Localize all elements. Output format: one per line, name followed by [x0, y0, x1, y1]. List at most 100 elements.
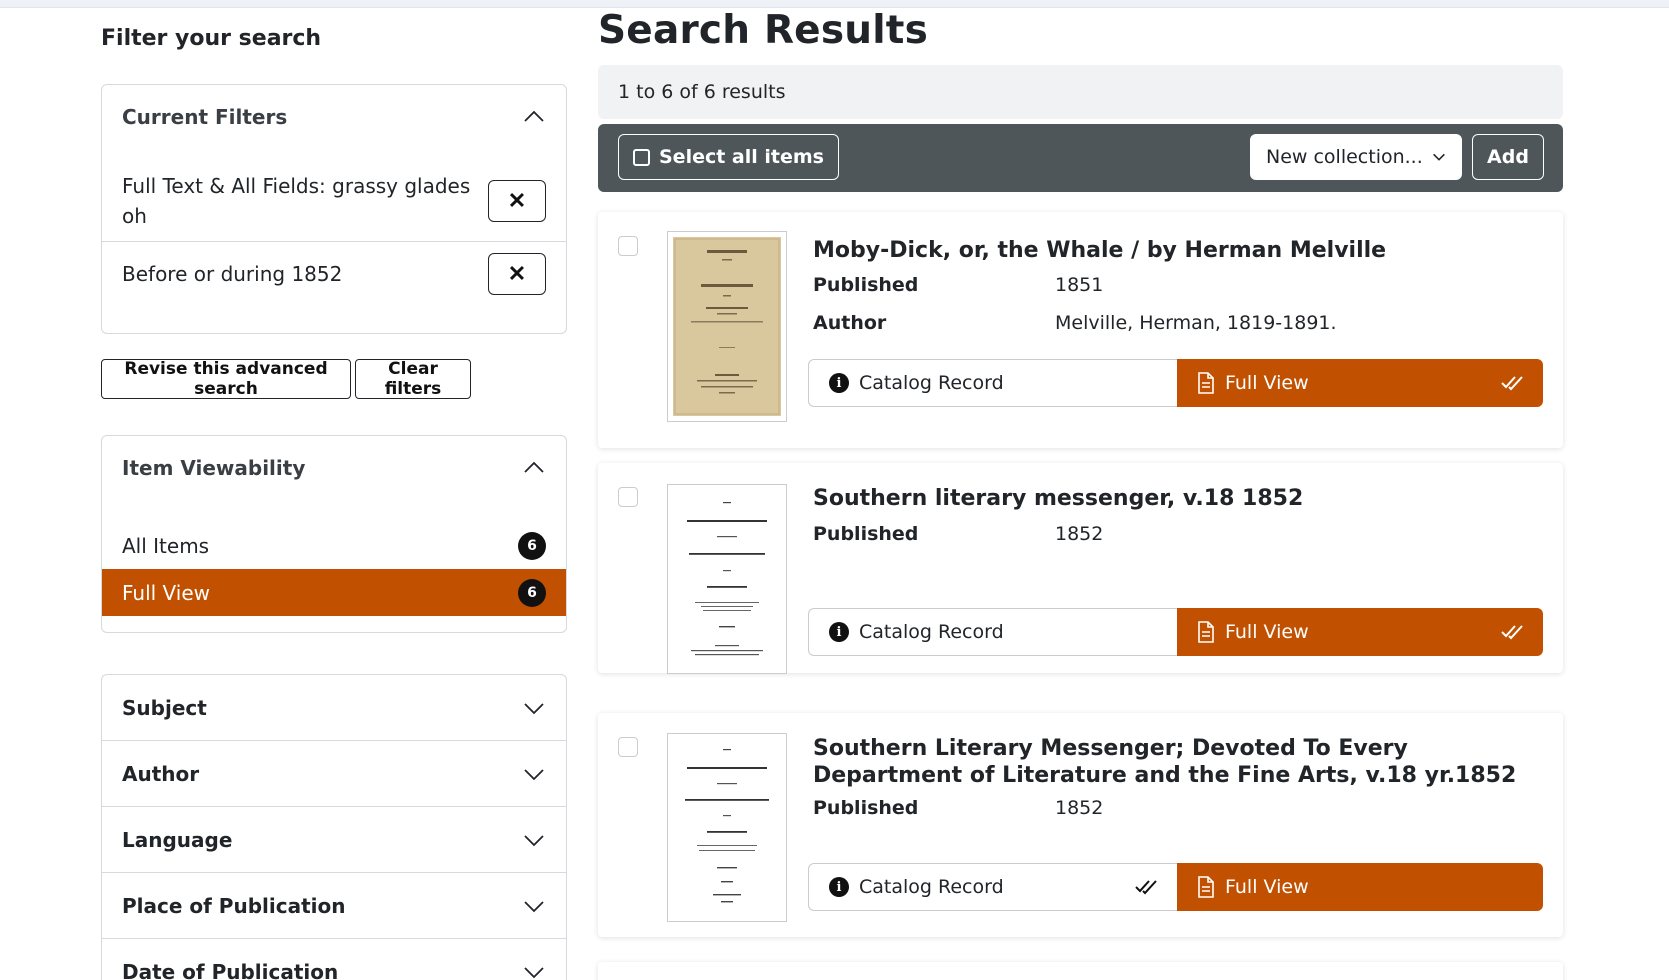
chevron-down-icon [524, 702, 544, 714]
full-view-link[interactable]: Full View [1177, 359, 1543, 407]
meta-key: Published [813, 797, 919, 819]
result-title[interactable]: Moby-Dick, or, the Whale / by Herman Mel… [813, 237, 1523, 264]
results-summary: 1 to 6 of 6 results [598, 65, 1563, 119]
revise-search-button[interactable]: Revise this advanced search [101, 359, 351, 399]
chevron-down-icon [524, 768, 544, 780]
full-view-link[interactable]: Full View [1177, 608, 1543, 656]
result-actions: i Catalog Record Full View [808, 608, 1543, 656]
result-card: Southern Literary Messenger; Devoted To … [598, 713, 1563, 937]
document-icon [1198, 372, 1214, 394]
current-filters-header[interactable]: Current Filters [102, 85, 566, 149]
catalog-record-label: Catalog Record [859, 876, 1004, 898]
meta-value: 1852 [1055, 523, 1104, 545]
current-filter-item: Before or during 1852 ✕ [102, 241, 566, 305]
info-icon: i [829, 877, 849, 897]
document-icon [1198, 876, 1214, 898]
current-filter-label: Before or during 1852 [122, 261, 343, 286]
result-checkbox[interactable] [618, 236, 638, 256]
result-actions: i Catalog Record Full View [808, 863, 1543, 911]
result-card: Southern literary messenger, v.18 1852 P… [598, 463, 1563, 674]
select-all-label: Select all items [659, 146, 824, 168]
meta-value: Melville, Herman, 1819-1891. [1055, 312, 1337, 334]
catalog-record-link[interactable]: i Catalog Record [808, 608, 1177, 656]
meta-key: Author [813, 312, 887, 334]
filter-heading: Filter your search [101, 26, 322, 51]
remove-filter-button[interactable]: ✕ [488, 252, 546, 295]
meta-key: Published [813, 523, 919, 545]
facet-label: Place of Publication [122, 893, 346, 918]
result-thumbnail[interactable] [667, 231, 787, 422]
viewability-header[interactable]: Item Viewability [102, 436, 566, 500]
double-check-icon [1501, 376, 1523, 391]
result-meta-row: Published 1852 [813, 523, 1103, 545]
current-filter-label: Full Text & All Fields: grassy glades oh [122, 174, 471, 228]
viewability-full-view[interactable]: Full View 6 [102, 569, 566, 616]
result-meta-row: Published 1852 [813, 797, 1103, 819]
result-thumbnail[interactable] [667, 733, 787, 922]
page-title: Search Results [598, 8, 929, 53]
facet-subject[interactable]: Subject [102, 675, 566, 741]
double-check-icon [1135, 880, 1157, 895]
full-view-label: Full View [1225, 372, 1309, 394]
close-icon: ✕ [507, 260, 527, 286]
facet-label: Subject [122, 695, 207, 720]
chevron-up-icon [524, 461, 544, 473]
full-view-label: Full View [1225, 621, 1309, 643]
chevron-down-icon [524, 966, 544, 978]
result-thumbnail[interactable] [667, 484, 787, 674]
viewability-label: All Items [122, 533, 210, 558]
collection-select-value: New collection... [1266, 146, 1423, 168]
current-filters-panel: Current Filters Full Text & All Fields: … [101, 84, 567, 334]
book-cover-image [673, 237, 781, 416]
facet-label: Language [122, 827, 233, 852]
result-checkbox[interactable] [618, 487, 638, 507]
meta-key: Published [813, 274, 919, 296]
catalog-record-link[interactable]: i Catalog Record [808, 863, 1177, 911]
result-card: Moby-Dick, or, the Whale / by Herman Mel… [598, 212, 1563, 448]
book-cover-image [673, 490, 781, 668]
viewability-title: Item Viewability [122, 456, 306, 480]
catalog-record-link[interactable]: i Catalog Record [808, 359, 1177, 407]
facet-label: Date of Publication [122, 959, 339, 980]
remove-filter-button[interactable]: ✕ [488, 180, 546, 222]
catalog-record-label: Catalog Record [859, 372, 1004, 394]
result-meta-row: Author Melville, Herman, 1819-1891. [813, 312, 1337, 334]
add-to-collection-button[interactable]: Add [1472, 134, 1544, 180]
double-check-icon [1501, 625, 1523, 640]
viewability-panel: Item Viewability All Items 6 Full View 6 [101, 435, 567, 633]
info-icon: i [829, 622, 849, 642]
select-all-button[interactable]: Select all items [618, 134, 839, 180]
facet-language[interactable]: Language [102, 807, 566, 873]
result-checkbox[interactable] [618, 737, 638, 757]
close-icon: ✕ [507, 188, 527, 213]
collection-select[interactable]: New collection... [1250, 134, 1462, 180]
facet-label: Author [122, 761, 200, 786]
result-card [598, 962, 1563, 980]
full-view-link[interactable]: Full View [1177, 863, 1543, 911]
document-icon [1198, 621, 1214, 643]
current-filter-item: Full Text & All Fields: grassy glades oh… [102, 161, 566, 241]
chevron-down-icon [524, 900, 544, 912]
result-title[interactable]: Southern Literary Messenger; Devoted To … [813, 735, 1523, 789]
result-actions: i Catalog Record Full View [808, 359, 1543, 407]
result-meta-row: Published 1851 [813, 274, 1103, 296]
top-nav-strip [0, 0, 1669, 8]
chevron-down-icon [1433, 153, 1445, 161]
bulk-actions-toolbar: Select all items New collection... Add [598, 124, 1563, 192]
facet-place-of-publication[interactable]: Place of Publication [102, 873, 566, 939]
result-title[interactable]: Southern literary messenger, v.18 1852 [813, 485, 1523, 512]
checkbox-icon [633, 148, 650, 166]
count-badge: 6 [518, 578, 546, 607]
facets-panel: Subject Author Language Place of Publica… [101, 674, 567, 980]
catalog-record-label: Catalog Record [859, 621, 1004, 643]
facet-date-of-publication[interactable]: Date of Publication [102, 939, 566, 980]
facet-author[interactable]: Author [102, 741, 566, 807]
info-icon: i [829, 373, 849, 393]
current-filters-title: Current Filters [122, 105, 288, 129]
results-count: 1 to 6 of 6 results [618, 81, 786, 103]
book-cover-image [673, 739, 781, 916]
clear-filters-button[interactable]: Clear filters [355, 359, 471, 399]
viewability-all-items[interactable]: All Items 6 [102, 522, 566, 569]
count-badge: 6 [518, 531, 546, 560]
chevron-up-icon [524, 110, 544, 122]
